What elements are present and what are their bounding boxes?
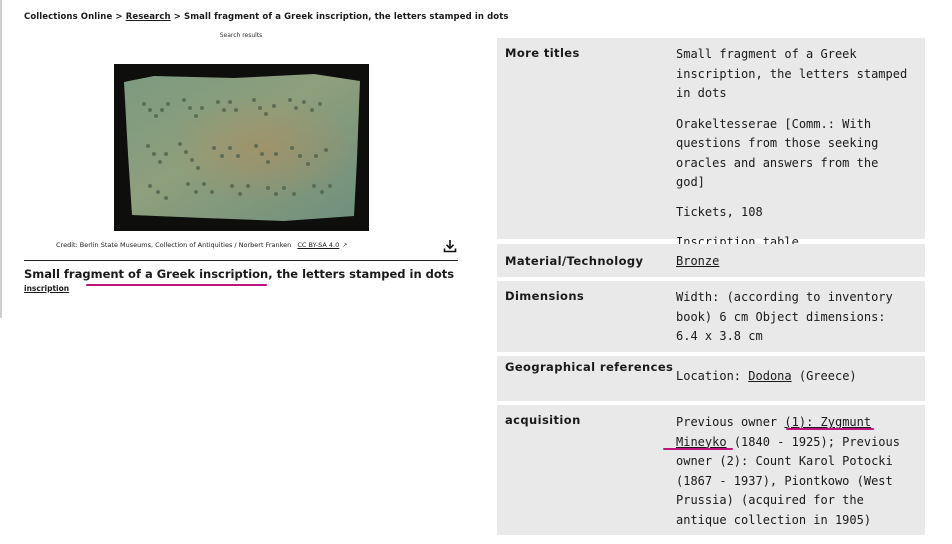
object-type-link[interactable]: inscription	[24, 284, 69, 293]
breadcrumb-separator: >	[115, 12, 123, 22]
acq-prefix: Previous owner	[676, 415, 778, 429]
row-geographical: Geographical references Location: Dodona…	[497, 356, 925, 401]
dimensions-value: Width: (according to inventory book) 6 c…	[676, 290, 893, 343]
material-value: Bronze	[676, 252, 912, 272]
breadcrumb-current: Small fragment of a Greek inscription, t…	[184, 12, 509, 22]
highlight-underline	[663, 448, 733, 450]
object-title: Small fragment of a Greek inscription, t…	[24, 267, 455, 281]
more-titles-values: Small fragment of a Greek inscription, t…	[676, 45, 912, 253]
acquisition-label: acquisition	[505, 413, 581, 427]
material-link[interactable]: Bronze	[676, 254, 719, 268]
breadcrumb-separator: >	[173, 12, 181, 22]
geo-value: Location: Dodona (Greece)	[676, 367, 912, 387]
search-results-link[interactable]: Search results	[0, 32, 482, 39]
place-link-dodona[interactable]: Dodona	[748, 369, 791, 383]
geo-suffix: (Greece)	[798, 369, 857, 383]
row-material: Material/Technology Bronze	[497, 244, 925, 277]
row-more-titles: More titles Small fragment of a Greek in…	[497, 38, 925, 249]
breadcrumb-research-link[interactable]: Research	[126, 12, 171, 22]
credit-text: Credit: Berlin State Museums, Collection…	[56, 241, 292, 249]
row-acquisition: acquisition Previous owner (1): Zygmunt …	[497, 405, 925, 535]
more-title-2: Orakeltesserae [Comm.: With questions fr…	[676, 116, 879, 190]
title-divider	[24, 260, 458, 261]
license-link[interactable]: CC BY-SA 4.0	[297, 241, 339, 249]
row-dimensions: Dimensions Width: (according to inventor…	[497, 281, 925, 352]
breadcrumb-root[interactable]: Collections Online	[24, 12, 112, 22]
acquisition-value: Previous owner (1): Zygmunt Mineyko (184…	[676, 413, 912, 530]
image-credit: Credit: Berlin State Museums, Collection…	[56, 241, 347, 249]
material-label: Material/Technology	[505, 254, 644, 268]
more-titles-label: More titles	[505, 46, 580, 60]
geo-label: Geographical references	[505, 360, 674, 374]
more-title-1: Small fragment of a Greek inscription, t…	[676, 47, 908, 100]
external-link-icon[interactable]: ↗	[342, 242, 347, 249]
left-column-border	[0, 0, 2, 318]
bronze-tablet-photo	[114, 64, 369, 231]
artifact-image[interactable]	[114, 64, 369, 231]
breadcrumb: Collections Online > Research > Small fr…	[24, 12, 509, 22]
geo-prefix: Location:	[676, 369, 742, 383]
dimensions-label: Dimensions	[505, 289, 585, 303]
more-title-3: Tickets, 108	[676, 204, 763, 219]
highlight-underline	[786, 428, 874, 430]
download-icon[interactable]	[442, 238, 458, 254]
highlight-underline	[86, 284, 267, 286]
